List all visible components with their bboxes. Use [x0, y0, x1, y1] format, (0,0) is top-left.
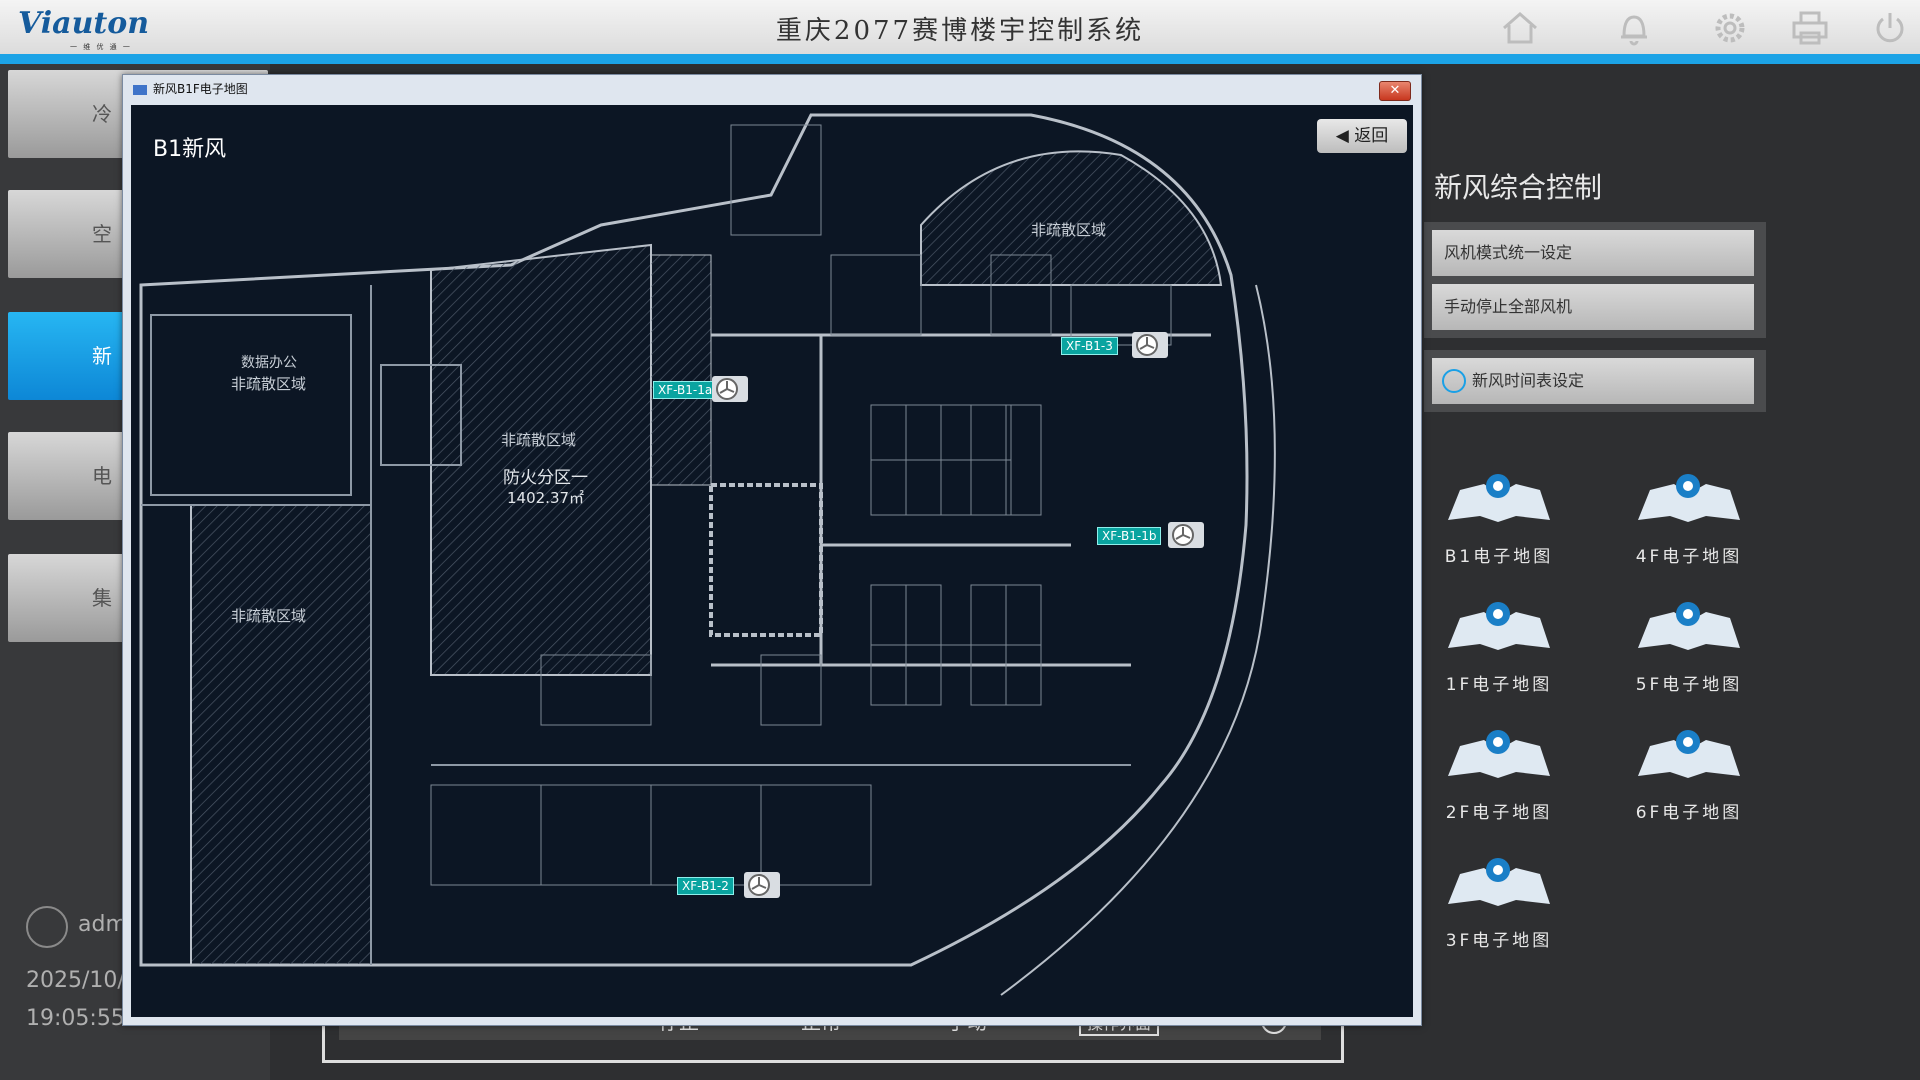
top-bar: Viauton 一 维 优 通 一 重庆2077赛博楼宇控制系统 — [0, 0, 1920, 54]
schedule-button-group: 新风时间表设定 — [1424, 350, 1766, 412]
map-label: 1F电子地图 — [1445, 675, 1553, 695]
map-icon — [1448, 602, 1550, 650]
map-label: 4F电子地图 — [1635, 547, 1743, 567]
map-icon — [1638, 474, 1740, 522]
plan-label-zone-area: 1402.37㎡ — [507, 489, 584, 507]
map-icon — [1638, 602, 1740, 650]
fan-tag-xf-b1-1a[interactable]: XF-B1-1a — [653, 381, 718, 399]
map-link-4f[interactable]: 4F电子地图 — [1624, 470, 1754, 570]
stop-all-fans-button[interactable]: 手动停止全部风机 — [1432, 284, 1754, 330]
current-date: 2025/10/ — [26, 968, 125, 993]
floor-plan: 数据办公 非疏散区域 非疏散区域 防火分区一 1402.37㎡ 非疏散区域 非疏… — [131, 105, 1413, 1017]
back-arrow-icon: ◀ — [1335, 126, 1355, 146]
map-label: 2F电子地图 — [1445, 803, 1553, 823]
home-icon[interactable] — [1498, 8, 1542, 48]
plan-label-non-evac-1: 非疏散区域 — [231, 375, 306, 393]
map-link-b1[interactable]: B1电子地图 — [1434, 470, 1564, 570]
user-avatar-icon — [26, 906, 68, 948]
plan-label-non-evac-2: 非疏散区域 — [501, 431, 576, 449]
fan-icon[interactable] — [1167, 519, 1205, 549]
clock-icon — [1442, 369, 1466, 393]
map-link-6f[interactable]: 6F电子地图 — [1624, 726, 1754, 826]
map-link-5f[interactable]: 5F电子地图 — [1624, 598, 1754, 698]
gear-icon[interactable] — [1708, 8, 1752, 48]
fan-tag-xf-b1-2[interactable]: XF-B1-2 — [677, 877, 734, 895]
schedule-set-button[interactable]: 新风时间表设定 — [1432, 358, 1754, 404]
fresh-air-control-panel: 新风综合控制 风机模式统一设定 手动停止全部风机 新风时间表设定 B1电子地图 … — [1420, 160, 1920, 1080]
fan-tag-xf-b1-1b[interactable]: XF-B1-1b — [1097, 527, 1162, 545]
fan-icon[interactable] — [743, 869, 781, 899]
printer-icon[interactable] — [1788, 8, 1832, 48]
map-label: B1电子地图 — [1444, 547, 1554, 567]
map-icon — [1638, 730, 1740, 778]
map-icon — [1448, 730, 1550, 778]
bell-icon[interactable] — [1612, 8, 1656, 48]
back-button[interactable]: ◀ 返回 — [1317, 119, 1407, 153]
fan-icon[interactable] — [711, 373, 749, 403]
floor-map-dialog: 新风B1F电子地图 ✕ 数据办公 非疏散区域 非疏散区域 防火分区一 1402.… — [122, 74, 1422, 1026]
header-accent-line — [0, 54, 1920, 64]
fan-tag-xf-b1-3[interactable]: XF-B1-3 — [1061, 337, 1118, 355]
panel-title: 新风综合控制 — [1434, 171, 1603, 204]
plan-label-office: 数据办公 — [241, 355, 297, 371]
fan-icon[interactable] — [1131, 329, 1169, 359]
dialog-title: 新风B1F电子地图 — [153, 82, 248, 96]
window-icon — [133, 85, 147, 95]
power-icon[interactable] — [1868, 8, 1912, 48]
schedule-set-label: 新风时间表设定 — [1472, 371, 1585, 390]
map-label: 6F电子地图 — [1635, 803, 1743, 823]
control-button-group: 风机模式统一设定 手动停止全部风机 — [1424, 222, 1766, 338]
map-link-2f[interactable]: 2F电子地图 — [1434, 726, 1564, 826]
map-icon — [1448, 858, 1550, 906]
fan-mode-set-button[interactable]: 风机模式统一设定 — [1432, 230, 1754, 276]
close-button[interactable]: ✕ — [1379, 81, 1411, 101]
user-name: adm — [78, 912, 127, 937]
map-icon — [1448, 474, 1550, 522]
plan-label-non-evac-3: 非疏散区域 — [231, 607, 306, 625]
map-label: 5F电子地图 — [1635, 675, 1743, 695]
map-link-1f[interactable]: 1F电子地图 — [1434, 598, 1564, 698]
plan-label-non-evac-4: 非疏散区域 — [1031, 221, 1106, 239]
plan-label-fire-zone: 防火分区一 — [503, 468, 588, 488]
back-label: 返回 — [1354, 126, 1389, 146]
map-label: 3F电子地图 — [1445, 931, 1553, 951]
map-link-3f[interactable]: 3F电子地图 — [1434, 854, 1564, 954]
current-time: 19:05:55 — [26, 1006, 125, 1031]
floor-title: B1新风 — [153, 137, 227, 162]
